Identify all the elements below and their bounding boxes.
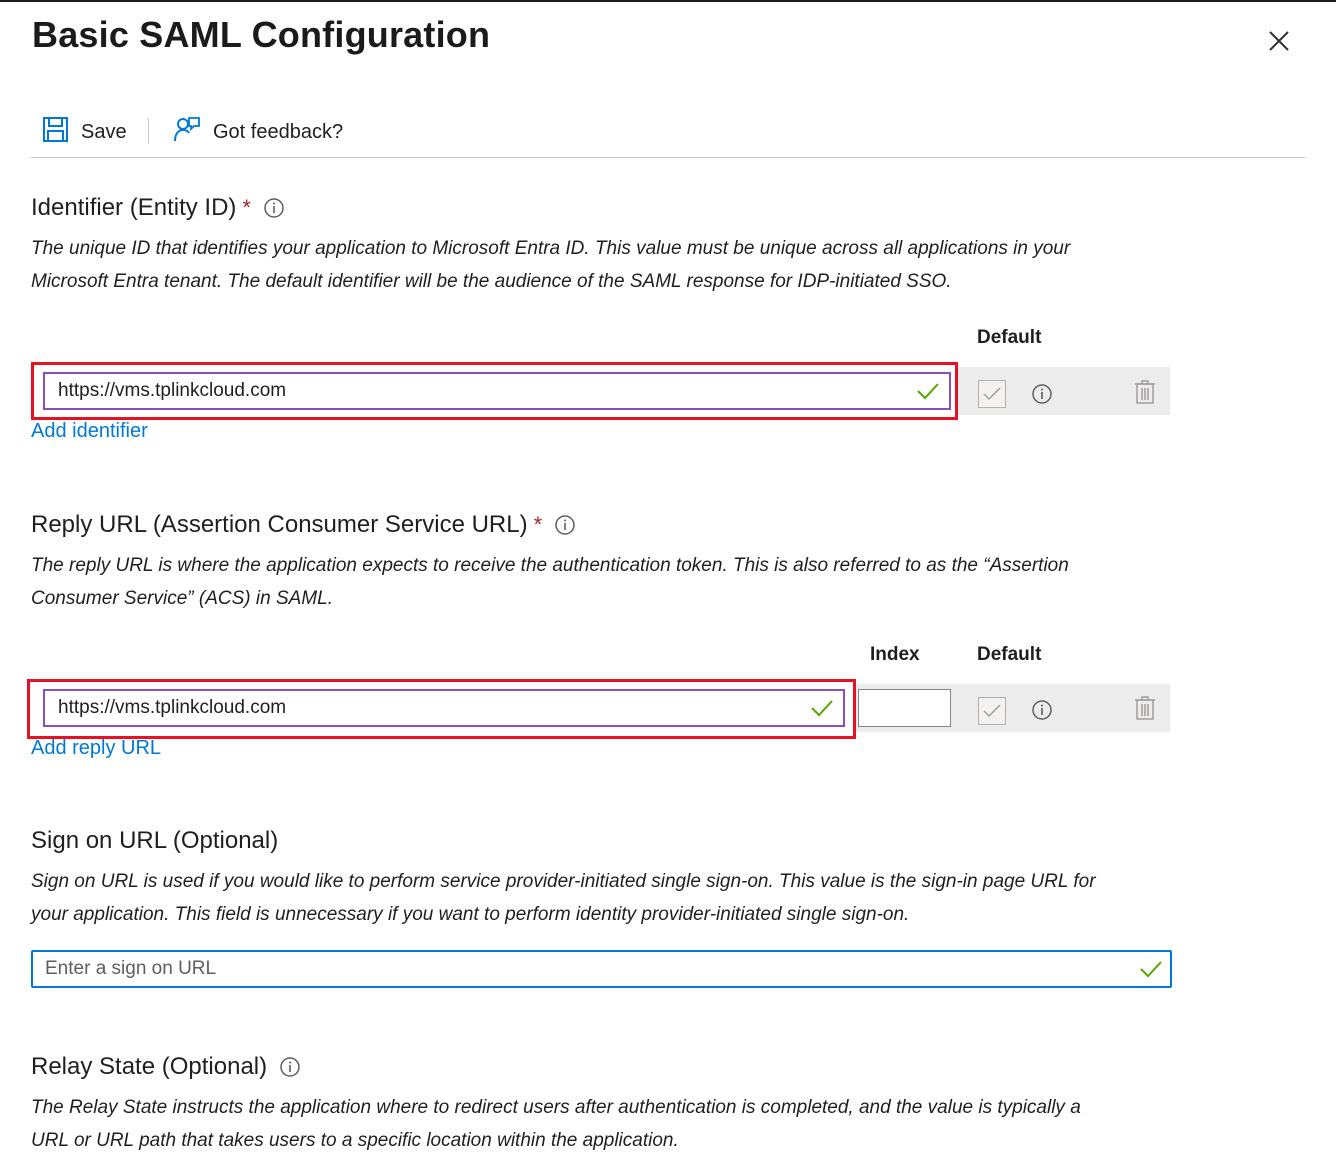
feedback-icon: [173, 115, 213, 149]
sign-on-url-description: Sign on URL is used if you would like to…: [31, 865, 1141, 931]
identifier-description-line2: Microsoft Entra tenant. The default iden…: [31, 271, 952, 292]
sign-on-url-field[interactable]: [31, 950, 1172, 988]
default-checkbox[interactable]: [978, 697, 1006, 725]
default-column-header: Default: [977, 327, 1042, 348]
relay-state-title: Relay State (Optional): [31, 1053, 301, 1081]
reply-url-value: https://vms.tplinkcloud.com: [58, 697, 287, 718]
sign-on-url-input[interactable]: [33, 957, 1138, 981]
relay-state-title-text: Relay State (Optional): [31, 1053, 268, 1080]
feedback-button[interactable]: Got feedback?: [173, 110, 343, 154]
index-column-header: Index: [870, 644, 920, 665]
info-icon[interactable]: [554, 514, 576, 536]
default-column-header: Default: [977, 644, 1042, 665]
index-input[interactable]: [858, 689, 951, 727]
relay-state-description-line1: The Relay State instructs the applicatio…: [31, 1097, 1081, 1118]
default-checkbox[interactable]: [978, 380, 1006, 408]
sign-on-url-description-line2: your application. This field is unnecess…: [31, 904, 910, 925]
required-marker: *: [533, 512, 543, 537]
reply-url-description-line1: The reply URL is where the application e…: [31, 555, 1069, 576]
panel-title: Basic SAML Configuration: [32, 14, 491, 55]
save-button[interactable]: Save: [42, 110, 127, 154]
reply-url-description: The reply URL is where the application e…: [31, 549, 1141, 615]
save-icon: [42, 116, 81, 149]
feedback-label: Got feedback?: [213, 120, 344, 143]
add-identifier-link[interactable]: Add identifier: [31, 420, 148, 443]
relay-state-description-line2: URL or URL path that takes users to a sp…: [31, 1130, 679, 1151]
save-label: Save: [81, 120, 127, 143]
identifier-description-line1: The unique ID that identifies your appli…: [31, 238, 1071, 259]
valid-check-icon: [915, 381, 941, 401]
valid-check-icon: [1138, 959, 1164, 979]
sign-on-url-title-text: Sign on URL (Optional): [31, 827, 279, 854]
required-marker: *: [242, 195, 251, 220]
info-icon[interactable]: [1031, 383, 1053, 410]
reply-url-input[interactable]: https://vms.tplinkcloud.com: [43, 689, 845, 727]
toolbar-divider: [148, 118, 149, 144]
close-icon[interactable]: [1264, 26, 1294, 56]
reply-url-title-text: Reply URL (Assertion Consumer Service UR…: [31, 511, 528, 538]
delete-icon[interactable]: [1134, 379, 1156, 410]
command-bar: Save Got feedback?: [31, 110, 1305, 154]
relay-state-description: The Relay State instructs the applicatio…: [31, 1091, 1141, 1157]
top-border: [0, 0, 1336, 2]
add-reply-url-link[interactable]: Add reply URL: [31, 737, 161, 760]
info-icon[interactable]: [1031, 699, 1053, 726]
identifier-input[interactable]: https://vms.tplinkcloud.com: [43, 372, 951, 410]
identifier-value: https://vms.tplinkcloud.com: [58, 380, 287, 401]
reply-url-description-line2: Consumer Service” (ACS) in SAML.: [31, 588, 333, 609]
toolbar-divider-line: [31, 157, 1305, 158]
delete-icon[interactable]: [1134, 695, 1156, 726]
sign-on-url-description-line1: Sign on URL is used if you would like to…: [31, 871, 1096, 892]
identifier-description: The unique ID that identifies your appli…: [31, 232, 1141, 298]
info-icon[interactable]: [263, 197, 285, 219]
valid-check-icon: [809, 698, 835, 718]
info-icon[interactable]: [279, 1056, 301, 1078]
identifier-title: Identifier (Entity ID) *: [31, 194, 285, 222]
identifier-title-text: Identifier (Entity ID): [31, 194, 237, 221]
sign-on-url-title: Sign on URL (Optional): [31, 827, 278, 855]
reply-url-title: Reply URL (Assertion Consumer Service UR…: [31, 511, 576, 539]
